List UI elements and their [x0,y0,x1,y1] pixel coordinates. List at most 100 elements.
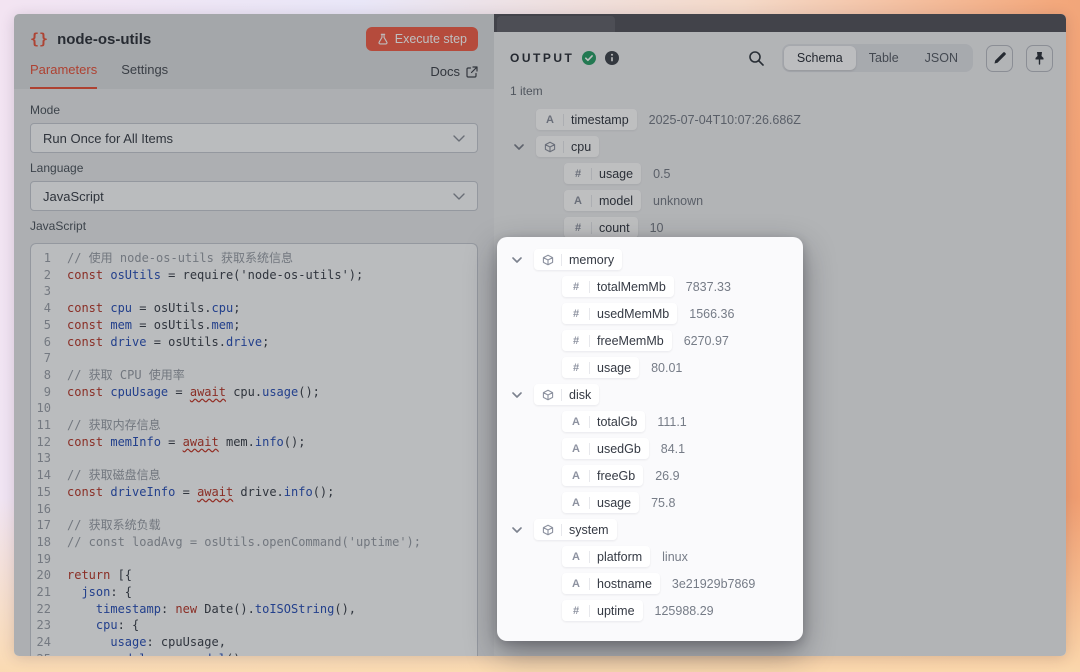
code-line: 1// 使用 node-os-utils 获取系统信息 [31,250,477,267]
string-type-icon: A [544,114,556,126]
schema-row-cpu[interactable]: cpu [494,133,1066,160]
schema-row-usedMemMb[interactable]: #usedMemMb1566.36 [497,300,803,327]
docs-link[interactable]: Docs [430,64,478,89]
pin-data-button[interactable] [1026,45,1053,72]
schema-key-pill[interactable]: #totalMemMb [562,276,674,297]
code-editor[interactable]: 1// 使用 node-os-utils 获取系统信息2const osUtil… [30,243,478,656]
pencil-icon [993,51,1007,65]
chevron-down-icon[interactable] [512,257,534,263]
schema-key-pill[interactable]: Ausage [562,492,639,513]
line-number: 25 [31,651,67,656]
string-type-icon: A [570,470,582,482]
code-node-icon: {} [30,30,48,48]
schema-row-usedGb[interactable]: AusedGb 84.1 [497,435,803,462]
schema-key-pill[interactable]: memory [534,249,622,270]
schema-value: 75.8 [651,496,675,510]
code-line: 5const mem = osUtils.mem; [31,317,477,334]
search-icon[interactable] [747,49,765,67]
flask-icon [377,33,389,45]
schema-key-pill[interactable]: Atimestamp [536,109,637,130]
schema-row-usage[interactable]: Ausage 75.8 [497,489,803,516]
code-line: 2const osUtils = require('node-os-utils'… [31,267,477,284]
line-number: 4 [31,300,67,317]
schema-key-label: system [569,523,609,537]
edit-output-button[interactable] [986,45,1013,72]
schema-row-platform[interactable]: Aplatform linux [497,543,803,570]
schema-key-pill[interactable]: #uptime [562,600,643,621]
number-type-icon: # [570,281,582,293]
schema-key-pill[interactable]: AusedGb [562,438,649,459]
line-number: 9 [31,384,67,401]
schema-row-uptime[interactable]: #uptime125988.29 [497,597,803,624]
schema-row-usage[interactable]: #usage80.01 [497,354,803,381]
schema-value: linux [662,550,688,564]
schema-row-hostname[interactable]: Ahostname3e21929b7869 [497,570,803,597]
tab-settings[interactable]: Settings [121,62,168,89]
schema-key-pill[interactable]: disk [534,384,599,405]
code-line: 3 [31,283,477,300]
schema-row-totalGb[interactable]: AtotalGb111.1 [497,408,803,435]
schema-key-label: usage [599,167,633,181]
schema-row-usage[interactable]: #usage0.5 [494,160,1066,187]
node-title[interactable]: node-os-utils [57,31,151,48]
code-line: 6const drive = osUtils.drive; [31,334,477,351]
line-number: 10 [31,400,67,417]
schema-key-pill[interactable]: #usage [562,357,639,378]
line-number: 6 [31,334,67,351]
mode-label: Mode [30,103,478,117]
schema-row-freeGb[interactable]: AfreeGb26.9 [497,462,803,489]
language-select[interactable]: JavaScript [30,181,478,211]
schema-key-pill[interactable]: Aplatform [562,546,650,567]
execute-step-button[interactable]: Execute step [366,27,478,51]
output-panel-top-tab [497,16,615,32]
schema-key-pill[interactable]: Ahostname [562,573,660,594]
string-type-icon: A [570,578,582,590]
chevron-down-icon[interactable] [512,392,534,398]
schema-row-freeMemMb[interactable]: #freeMemMb 6270.97 [497,327,803,354]
schema-row-model[interactable]: Amodelunknown [494,187,1066,214]
line-number: 15 [31,484,67,501]
code-editor-label: JavaScript [30,219,478,233]
schema-key-pill[interactable]: Amodel [564,190,641,211]
schema-key-pill[interactable]: # count [564,217,638,238]
mode-select[interactable]: Run Once for All Items [30,123,478,153]
schema-value: 2025-07-04T10:07:26.686Z [649,113,801,127]
code-line: 24 usage: cpuUsage, [31,634,477,651]
line-number: 19 [31,551,67,568]
line-number: 23 [31,617,67,634]
chevron-down-icon [453,193,465,200]
schema-key-pill[interactable]: system [534,519,617,540]
code-line: 17// 获取系统负载 [31,517,477,534]
tab-parameters[interactable]: Parameters [30,62,97,89]
number-type-icon: # [570,605,582,617]
object-type-icon [542,254,554,266]
schema-row-memory[interactable]: memory [497,246,803,273]
chevron-down-icon[interactable] [512,527,534,533]
line-number: 24 [31,634,67,651]
schema-key-pill[interactable]: #freeMemMb [562,330,672,351]
schema-key-pill[interactable]: AfreeGb [562,465,643,486]
schema-key-label: count [599,221,630,235]
schema-key-pill[interactable]: AtotalGb [562,411,645,432]
view-table[interactable]: Table [856,46,912,70]
node-header: {} node-os-utils Execute step Parameters… [14,14,494,89]
schema-row-totalMemMb[interactable]: #totalMemMb7837.33 [497,273,803,300]
number-type-icon: # [572,168,584,180]
schema-row-disk[interactable]: disk [497,381,803,408]
line-number: 22 [31,601,67,618]
schema-value: 84.1 [661,442,685,456]
schema-key-pill[interactable]: #usedMemMb [562,303,677,324]
schema-row-system[interactable]: system [497,516,803,543]
info-icon[interactable] [604,50,620,66]
schema-value: 6270.97 [684,334,729,348]
number-type-icon: # [572,222,584,234]
schema-row-timestamp[interactable]: Atimestamp 2025-07-04T10:07:26.686Z [494,106,1066,133]
view-json[interactable]: JSON [912,46,971,70]
schema-key-pill[interactable]: # usage [564,163,641,184]
schema-key-pill[interactable]: cpu [536,136,599,157]
chevron-down-icon[interactable] [514,144,536,150]
line-number: 7 [31,350,67,367]
line-number: 16 [31,501,67,518]
view-schema[interactable]: Schema [784,46,856,70]
code-line: 15const driveInfo = await drive.info(); [31,484,477,501]
